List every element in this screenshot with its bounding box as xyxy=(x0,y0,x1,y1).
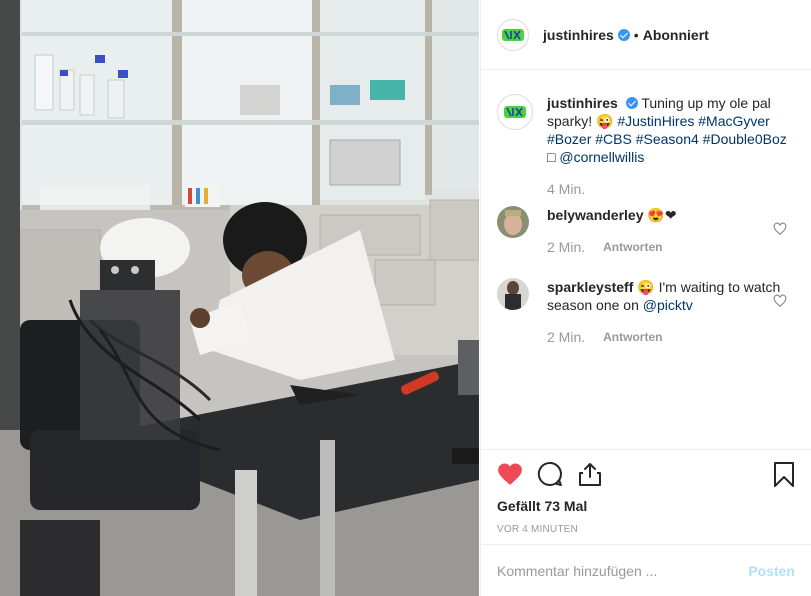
comment-username[interactable]: belywanderley xyxy=(547,207,644,223)
verified-badge-icon xyxy=(625,97,638,109)
post-photo[interactable] xyxy=(0,0,479,596)
post-image xyxy=(0,0,479,596)
heart-filled-icon[interactable] xyxy=(497,462,523,486)
mention-link[interactable]: @cornellwillis xyxy=(559,149,644,165)
author-avatar[interactable] xyxy=(497,18,529,51)
follow-button[interactable]: Abonniert xyxy=(643,27,709,43)
post-comment-button[interactable]: Posten xyxy=(748,563,795,579)
comment-item: belywanderley 😍❤ 2 Min. Antworten xyxy=(497,206,795,256)
hashtag-link[interactable]: #Bozer xyxy=(547,131,591,147)
verified-badge-icon xyxy=(617,28,630,41)
comment-item: sparkleysteff 😜 I'm waiting to watch sea… xyxy=(497,278,795,346)
commenter-avatar[interactable] xyxy=(497,278,529,310)
comment-meta: 2 Min. Antworten xyxy=(547,238,787,256)
user-avatar-hand-icon xyxy=(497,206,529,238)
comment-username[interactable]: sparkleysteff xyxy=(547,279,633,295)
action-icons xyxy=(497,450,795,498)
comment-time[interactable]: 2 Min. xyxy=(547,238,585,256)
caption-author-avatar[interactable] xyxy=(497,94,533,130)
comment-time[interactable]: 2 Min. xyxy=(547,328,585,346)
share-upload-icon[interactable] xyxy=(577,461,603,487)
heart-outline-icon[interactable] xyxy=(773,222,787,236)
comment-body: sparkleysteff 😜 I'm waiting to watch sea… xyxy=(547,278,787,346)
post-header: justinhires • Abonniert xyxy=(481,0,811,70)
comment-bubble-icon[interactable] xyxy=(537,461,563,487)
comment-text: 😍❤ xyxy=(647,207,677,223)
caption-username[interactable]: justinhires xyxy=(547,95,618,111)
green-graffiti-logo-icon xyxy=(502,28,524,41)
hashtag-link[interactable]: #Season4 xyxy=(636,131,699,147)
caption-time[interactable]: 4 Min. xyxy=(547,180,585,198)
comment-body: belywanderley 😍❤ 2 Min. Antworten xyxy=(547,206,787,256)
caption-symbol: □ xyxy=(547,149,556,165)
add-comment-bar: Posten xyxy=(481,544,811,596)
user-avatar-person-icon xyxy=(497,278,529,310)
post-timestamp[interactable]: VOR 4 MINUTEN xyxy=(497,524,795,535)
separator-dot: • xyxy=(633,26,639,43)
green-graffiti-logo-icon xyxy=(504,106,526,118)
commenter-avatar[interactable] xyxy=(497,206,529,238)
hashtag-link[interactable]: #JustinHires xyxy=(617,113,694,129)
author-username[interactable]: justinhires xyxy=(543,27,614,43)
caption-body: justinhires Tuning up my ole pal sparky!… xyxy=(547,94,787,198)
comment-input[interactable] xyxy=(497,562,749,579)
comment-meta: 2 Min. Antworten xyxy=(547,328,787,346)
likes-count[interactable]: Gefällt 73 Mal xyxy=(497,498,795,514)
post-sidebar: justinhires • Abonniert justinhires Tuni… xyxy=(480,0,811,596)
caption-row: justinhires Tuning up my ole pal sparky!… xyxy=(497,94,795,198)
reply-button[interactable]: Antworten xyxy=(603,328,662,346)
hashtag-link[interactable]: #Double0Boz xyxy=(703,131,787,147)
comments-section: justinhires Tuning up my ole pal sparky!… xyxy=(481,71,811,449)
hashtag-link[interactable]: #MacGyver xyxy=(698,113,770,129)
reply-button[interactable]: Antworten xyxy=(603,238,662,256)
heart-outline-icon[interactable] xyxy=(773,294,787,308)
hashtag-link[interactable]: #CBS xyxy=(595,131,632,147)
bookmark-icon[interactable] xyxy=(773,461,795,488)
caption-meta: 4 Min. xyxy=(547,180,787,198)
mention-link[interactable]: @picktv xyxy=(643,297,693,313)
post-actions: Gefällt 73 Mal VOR 4 MINUTEN xyxy=(481,449,811,544)
